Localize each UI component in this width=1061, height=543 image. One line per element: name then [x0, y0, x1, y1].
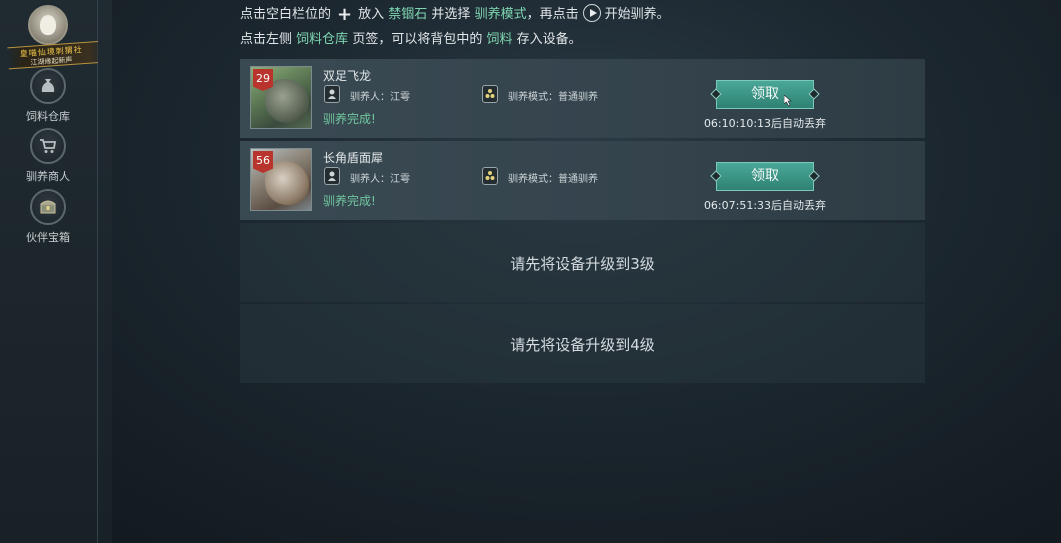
taming-status: 驯养完成!	[323, 112, 376, 126]
taming-mode-icon	[482, 85, 498, 103]
claim-button-label: 领取	[751, 86, 779, 102]
treasure-chest-icon	[30, 189, 66, 225]
taming-slot-1: 29 双足飞龙 驯养人：江雩 驯养模式：普通驯养 驯养完成! 领取 06:10:…	[240, 59, 925, 138]
monster-portrait: 56	[250, 148, 312, 211]
claim-button[interactable]: 领取	[710, 80, 820, 109]
sidebar-item-companion-chest[interactable]: 伙伴宝箱	[20, 189, 76, 245]
plus-icon: +	[337, 4, 353, 25]
taming-mode-label: 驯养模式：普通驯养	[508, 92, 598, 103]
tamer-icon	[324, 167, 340, 185]
hint-highlight-feed-storage: 饲料仓库	[296, 32, 349, 47]
hint-text: 放入	[358, 7, 385, 22]
tamer-label: 驯养人：江雩	[350, 174, 410, 185]
hint-text: 页签，可以将背包中的	[352, 32, 483, 47]
tamer-icon	[324, 85, 340, 103]
sidebar-item-label: 伙伴宝箱	[26, 231, 70, 244]
hint-text: 并选择	[431, 7, 471, 22]
taming-status: 驯养完成!	[323, 194, 376, 208]
mouse-cursor-icon	[784, 95, 792, 106]
guild-banner: 皇喵仙境刺猬社 江湖缘起新声	[7, 40, 105, 70]
play-icon	[582, 4, 601, 22]
locked-slot-3: 请先将设备升级到3级	[240, 223, 925, 302]
discard-timer: 06:10:10:13后自动丢弃	[703, 117, 827, 130]
hint-text: ，再点击	[526, 7, 579, 22]
level-badge: 56	[253, 151, 273, 173]
level-badge: 29	[253, 69, 273, 91]
tamer-label: 驯养人：江雩	[350, 92, 410, 103]
sidebar-item-label: 饲料仓库	[26, 110, 70, 123]
hint-text: 点击空白栏位的	[240, 7, 332, 22]
upgrade-required-message: 请先将设备升级到3级	[510, 255, 655, 273]
monster-name: 双足飞龙	[323, 69, 372, 83]
sidebar-item-tamer-merchant[interactable]: 驯养商人	[20, 128, 76, 184]
upgrade-required-message: 请先将设备升级到4级	[510, 336, 655, 354]
monster-name: 长角盾面犀	[323, 151, 384, 165]
hint-highlight-feed: 饲料	[486, 32, 513, 47]
sidebar-item-label: 驯养商人	[26, 170, 70, 183]
sidebar-item-feed-storage[interactable]: 饲料仓库	[20, 68, 76, 124]
monster-portrait: 29	[250, 66, 312, 129]
taming-mode-icon	[482, 167, 498, 185]
hint-text: 点击左侧	[240, 32, 293, 47]
hint-text: 存入设备。	[516, 32, 582, 47]
guild-logo	[28, 5, 68, 45]
claim-button[interactable]: 领取	[710, 162, 820, 191]
hint-line-2: 点击左侧 饲料仓库 页签，可以将背包中的 饲料 存入设备。	[240, 28, 582, 47]
hint-highlight-binding-stone: 禁锢石	[388, 7, 428, 22]
claim-button-label: 领取	[751, 168, 779, 184]
guild-banner-line2: 江湖缘起新声	[30, 55, 73, 67]
hint-highlight-taming-mode: 驯养模式	[474, 7, 527, 22]
left-sidebar: 皇喵仙境刺猬社 江湖缘起新声 饲料仓库 驯养商人 伙伴宝箱	[0, 0, 105, 543]
hint-line-1: 点击空白栏位的 + 放入 禁锢石 并选择 驯养模式，再点击 开始驯养。	[240, 3, 670, 25]
taming-slot-2: 56 长角盾面犀 驯养人：江雩 驯养模式：普通驯养 驯养完成! 领取 06:07…	[240, 141, 925, 220]
taming-mode-label: 驯养模式：普通驯养	[508, 174, 598, 185]
discard-timer: 06:07:51:33后自动丢弃	[703, 199, 827, 212]
shopping-cart-icon	[30, 128, 66, 164]
sidebar-edge	[98, 0, 112, 543]
hint-text: 开始驯养。	[604, 7, 670, 22]
locked-slot-4: 请先将设备升级到4级	[240, 304, 925, 383]
feed-bag-icon	[30, 68, 66, 104]
